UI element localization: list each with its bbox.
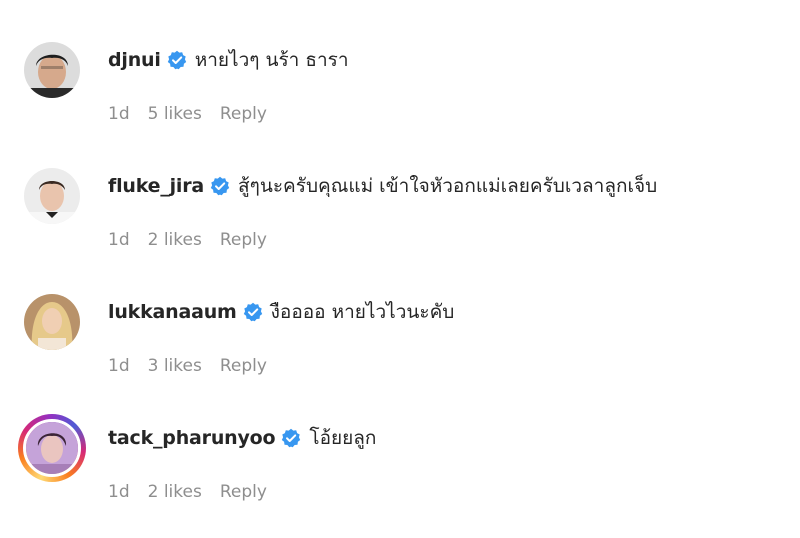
likes-count[interactable]: 2 likes — [148, 482, 202, 502]
verified-badge-icon — [243, 302, 263, 322]
reply-button[interactable]: Reply — [220, 104, 267, 124]
avatar-story-ring[interactable] — [18, 414, 86, 482]
avatar[interactable] — [24, 168, 80, 224]
username-link[interactable]: tack_pharunyoo — [108, 427, 276, 449]
comment-timestamp[interactable]: 1d — [108, 356, 130, 376]
person-dark-icon — [24, 42, 80, 98]
reply-button[interactable]: Reply — [220, 230, 267, 250]
likes-count[interactable]: 3 likes — [148, 356, 202, 376]
comment-text: สู้ๆนะครับคุณแม่ เข้าใจหัวอกแม่เลยครับเว… — [238, 175, 658, 197]
comment-text: หายไวๆ นร้า ธารา — [194, 49, 349, 71]
reply-button[interactable]: Reply — [220, 482, 267, 502]
comment-meta: 1d 3 likes Reply — [108, 356, 267, 376]
reply-button[interactable]: Reply — [220, 356, 267, 376]
comment-text: งืออออ หายไวไวนะคับ — [270, 301, 455, 323]
comment-body: djnui หายไวๆ นร้า ธารา — [108, 46, 349, 74]
comment-text: โอ้ยยลูก — [309, 427, 377, 449]
comment-item: lukkanaaum งืออออ หายไวไวนะคับ 1d 3 like… — [0, 252, 800, 378]
comment-body: tack_pharunyoo โอ้ยยลูก — [108, 424, 376, 452]
comment-meta: 1d 5 likes Reply — [108, 104, 267, 124]
verified-badge-icon — [167, 50, 187, 70]
comment-item: tack_pharunyoo โอ้ยยลูก 1d 2 likes Reply — [0, 378, 800, 504]
comment-body: lukkanaaum งืออออ หายไวไวนะคับ — [108, 298, 454, 326]
avatar[interactable] — [24, 294, 80, 350]
person-blonde-icon — [24, 294, 80, 350]
person-purple-icon — [23, 419, 81, 477]
comment-item: fluke_jira สู้ๆนะครับคุณแม่ เข้าใจหัวอกแ… — [0, 126, 800, 252]
likes-count[interactable]: 2 likes — [148, 230, 202, 250]
username-link[interactable]: lukkanaaum — [108, 301, 237, 323]
comment-meta: 1d 2 likes Reply — [108, 482, 267, 502]
comment-timestamp[interactable]: 1d — [108, 104, 130, 124]
verified-badge-icon — [281, 428, 301, 448]
avatar[interactable] — [24, 42, 80, 98]
comment-body: fluke_jira สู้ๆนะครับคุณแม่ เข้าใจหัวอกแ… — [108, 172, 657, 200]
username-link[interactable]: djnui — [108, 49, 161, 71]
person-light-icon — [24, 168, 80, 224]
comment-timestamp[interactable]: 1d — [108, 230, 130, 250]
username-link[interactable]: fluke_jira — [108, 175, 204, 197]
verified-badge-icon — [210, 176, 230, 196]
likes-count[interactable]: 5 likes — [148, 104, 202, 124]
comment-item: djnui หายไวๆ นร้า ธารา 1d 5 likes Reply — [0, 0, 800, 126]
comment-meta: 1d 2 likes Reply — [108, 230, 267, 250]
comment-timestamp[interactable]: 1d — [108, 482, 130, 502]
